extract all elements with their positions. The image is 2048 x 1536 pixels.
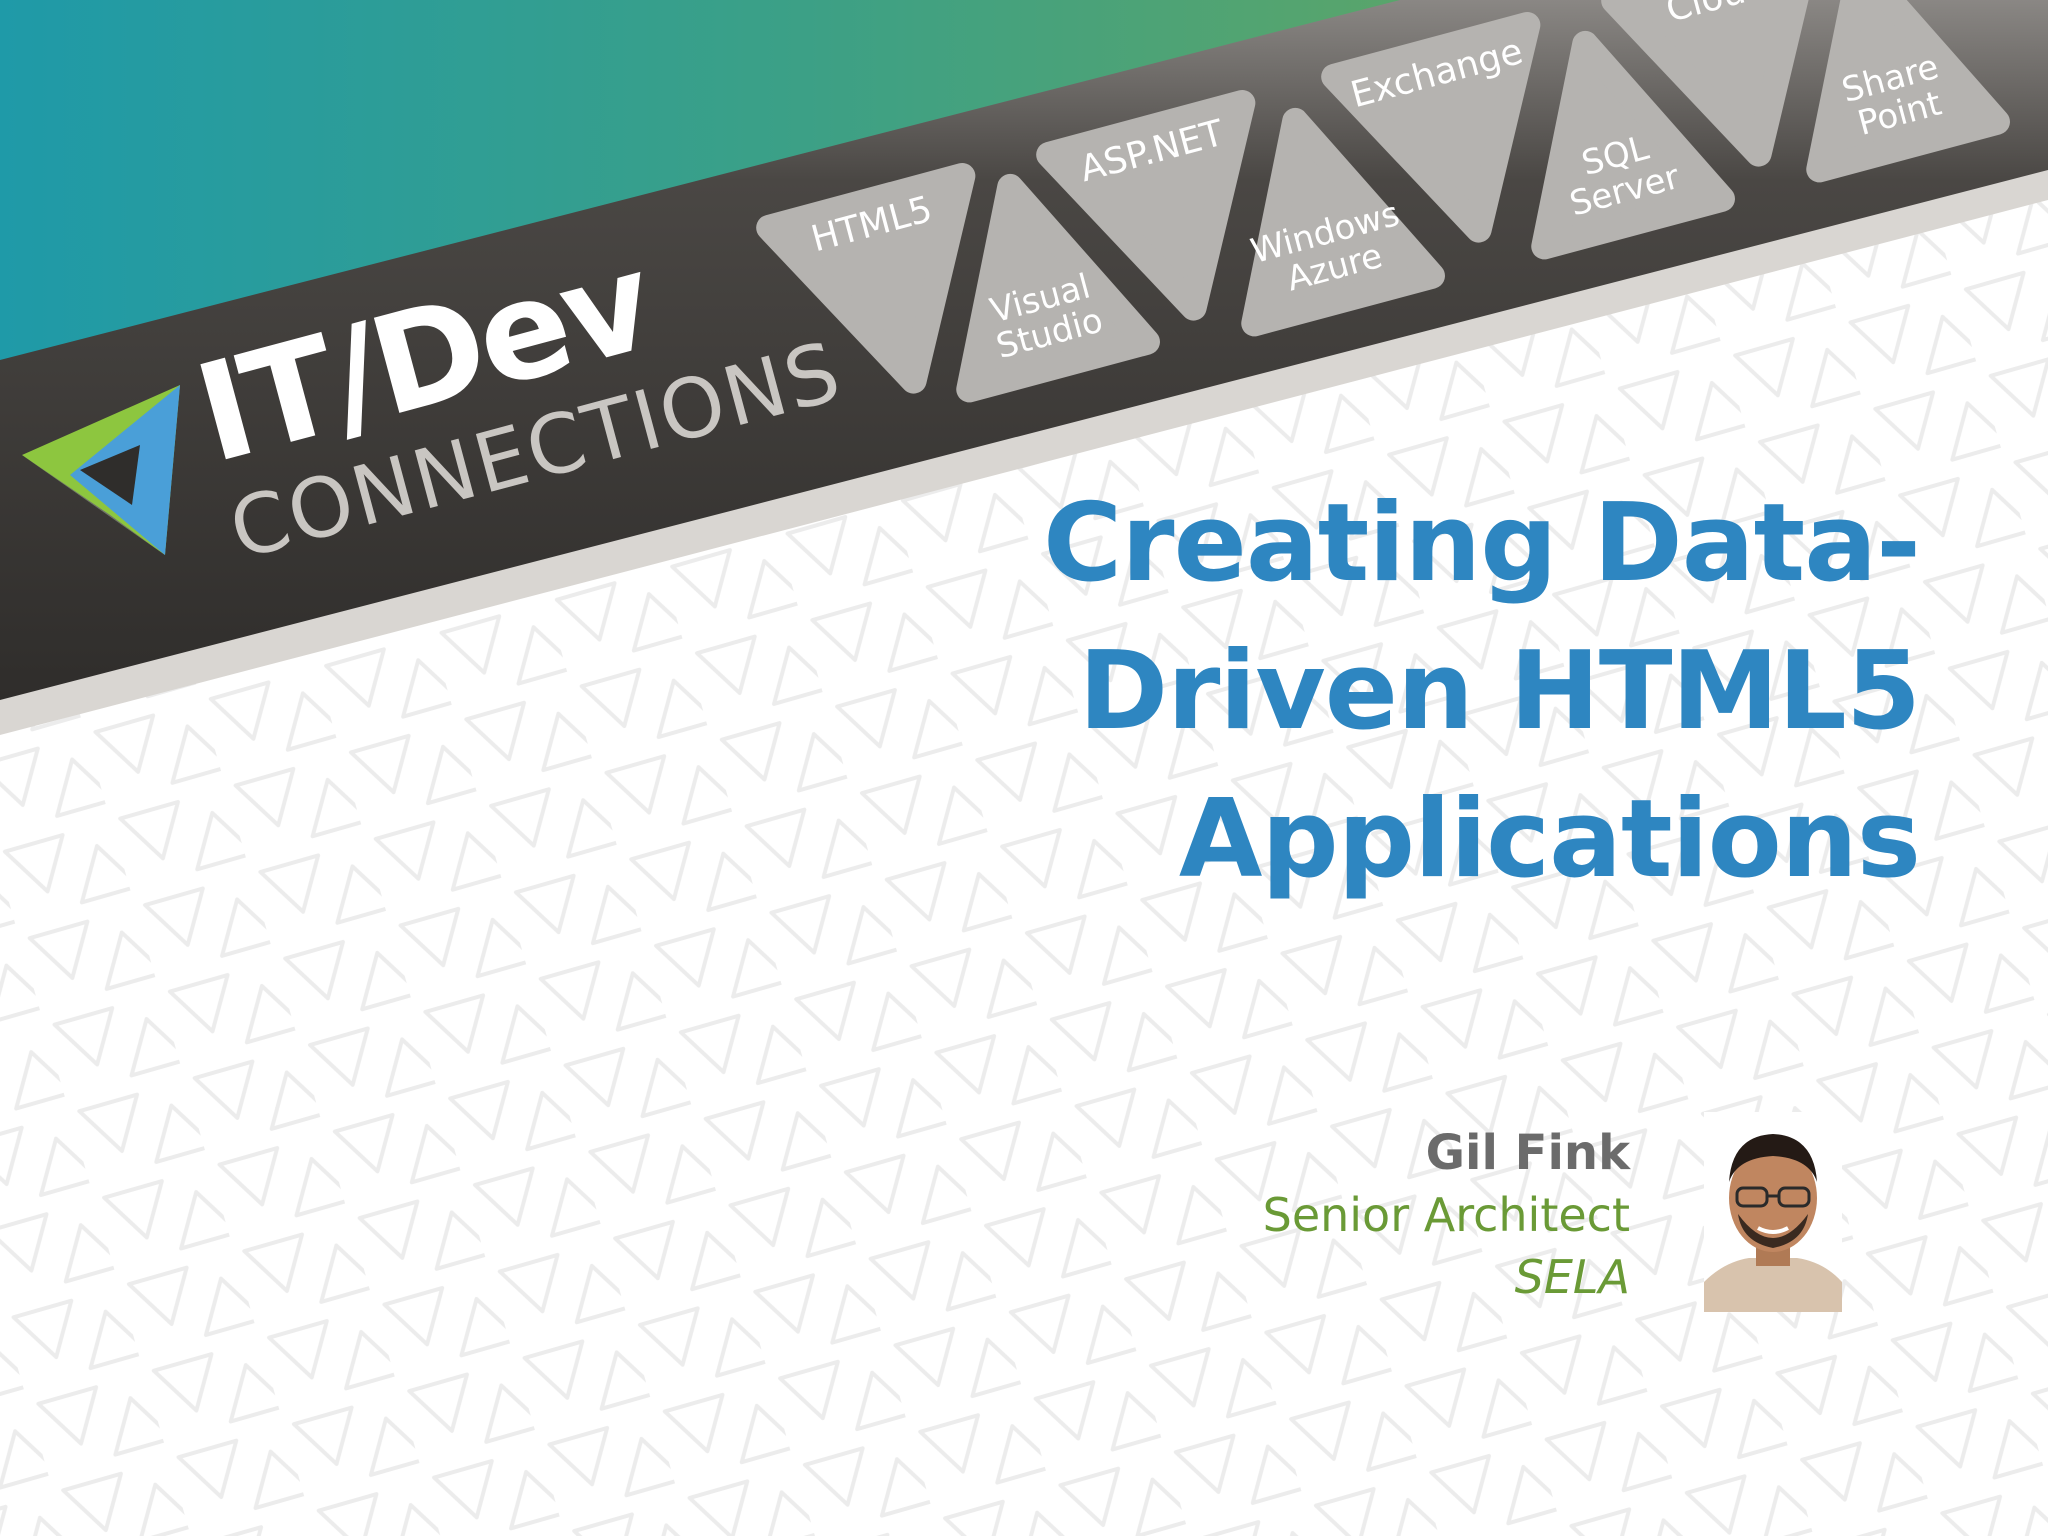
presenter-photo (1704, 1112, 1842, 1312)
presenter-name: Gil Fink (1425, 1125, 1630, 1181)
slide-title-line-1: Creating Data- (1043, 481, 1921, 606)
slide-title: Creating Data- Driven HTML5 Applications (820, 470, 1921, 914)
slide-title-line-3: Applications (1178, 777, 1921, 902)
presenter-company: SELA (1514, 1250, 1630, 1304)
presenter-block: Gil Fink Senior Architect SELA (1263, 1122, 1630, 1308)
presenter-role: Senior Architect (1262, 1188, 1630, 1242)
slide-title-line-2: Driven HTML5 (1078, 629, 1921, 754)
